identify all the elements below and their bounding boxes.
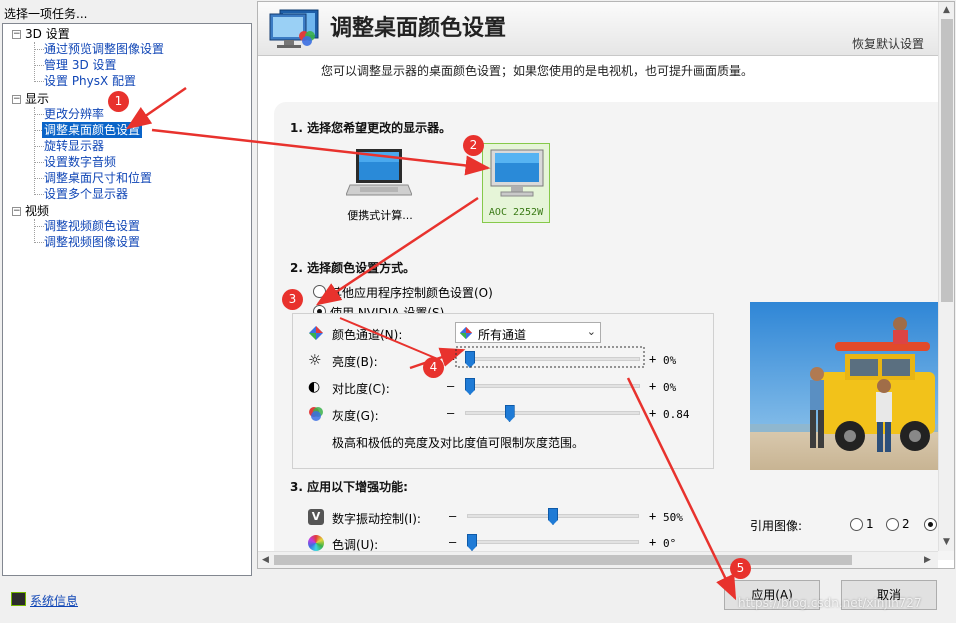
page-header: 调整桌面颜色设置 恢复默认设置: [258, 2, 938, 56]
hue-minus: –: [449, 535, 457, 549]
section-3-title: 3. 应用以下增强功能:: [290, 480, 408, 494]
reference-option-3[interactable]: [924, 518, 937, 531]
tree-item-digital-audio[interactable]: 设置数字音频: [44, 154, 116, 170]
tree-item-physx[interactable]: 设置 PhysX 配置: [44, 73, 136, 89]
color-channel-select[interactable]: 所有通道 ⌄: [455, 322, 601, 343]
reference-option-2-label: 2: [902, 517, 910, 531]
vibrance-label: 数字振动控制(I):: [332, 512, 421, 526]
gamma-slider-track[interactable]: [465, 411, 640, 415]
collapse-icon[interactable]: −: [12, 95, 21, 104]
gamma-plus: +: [649, 406, 657, 420]
contrast-label: 对比度(C):: [332, 382, 390, 396]
contrast-icon: ◐: [308, 379, 321, 395]
chevron-down-icon: ⌄: [586, 325, 596, 338]
contrast-minus: –: [447, 379, 455, 393]
scroll-up-icon[interactable]: ▲: [943, 5, 950, 15]
gamma-icon: [309, 407, 323, 421]
section-2-title: 2. 选择颜色设置方式。: [290, 261, 416, 275]
content-panel: 调整桌面颜色设置 恢复默认设置 您可以调整显示器的桌面颜色设置；如果您使用的是电…: [257, 1, 955, 569]
annotation-badge-1: 1: [108, 91, 129, 112]
display-laptop-label: 便携式计算...: [347, 209, 413, 222]
display-laptop[interactable]: 便携式计算...: [340, 145, 420, 227]
nvidia-system-info-icon[interactable]: [11, 592, 26, 606]
vibrance-plus: +: [649, 509, 657, 523]
tree-item-desktop-color[interactable]: 调整桌面颜色设置: [42, 122, 143, 138]
section-1-title: 1. 选择您希望更改的显示器。: [290, 121, 452, 135]
tree-item-multiple-displays[interactable]: 设置多个显示器: [44, 186, 128, 202]
color-channel-icon: [309, 326, 323, 340]
brightness-plus: +: [649, 352, 657, 366]
brightness-label: 亮度(B):: [332, 355, 378, 369]
laptop-icon: [346, 149, 412, 196]
desktop-color-icon: [269, 9, 319, 48]
vibrance-minus: –: [449, 509, 457, 523]
scroll-right-icon[interactable]: ▶: [924, 555, 931, 565]
brightness-slider-track[interactable]: [465, 357, 640, 361]
gamma-range-note: 极高和极低的亮度及对比度值可限制灰度范围。: [332, 436, 585, 450]
gamma-minus: –: [447, 406, 455, 420]
horizontal-scrollbar[interactable]: ◀ ▶: [258, 551, 938, 568]
vibrance-icon: V: [308, 509, 324, 525]
task-label: 选择一项任务...: [4, 7, 88, 21]
reference-image-label: 引用图像:: [750, 519, 803, 533]
tree-item-video-color[interactable]: 调整视频颜色设置: [44, 218, 140, 234]
tree-item-desktop-size[interactable]: 调整桌面尺寸和位置: [44, 170, 152, 186]
annotation-badge-5: 5: [730, 558, 751, 579]
gamma-value: 0.84: [663, 408, 690, 421]
vibrance-value: 50%: [663, 511, 683, 524]
tree-item-change-resolution[interactable]: 更改分辨率: [44, 106, 104, 122]
tree-group-display[interactable]: 显示: [25, 91, 49, 107]
vertical-scrollbar-thumb[interactable]: [941, 19, 953, 302]
tree-group-video[interactable]: 视频: [25, 203, 49, 219]
collapse-icon[interactable]: −: [12, 207, 21, 216]
color-channel-value: 所有通道: [478, 328, 527, 342]
horizontal-scrollbar-thumb[interactable]: [274, 555, 852, 565]
tree-item-video-image[interactable]: 调整视频图像设置: [44, 234, 140, 250]
hue-slider-track[interactable]: [467, 540, 639, 544]
color-channel-label: 颜色通道(N):: [332, 328, 403, 342]
brightness-icon: ☼: [308, 351, 322, 369]
radio-other-app-label: 其他应用程序控制颜色设置(O): [330, 286, 493, 300]
radio-other-app[interactable]: [313, 285, 326, 298]
gamma-label: 灰度(G):: [332, 409, 379, 423]
collapse-icon[interactable]: −: [12, 30, 21, 39]
contrast-slider-track[interactable]: [465, 384, 640, 388]
tree-item-rotate-display[interactable]: 旋转显示器: [44, 138, 104, 154]
contrast-plus: +: [649, 379, 657, 393]
display-aoc[interactable]: AOC 2252W: [482, 143, 550, 223]
restore-defaults-link[interactable]: 恢复默认设置: [852, 35, 924, 52]
annotation-badge-2: 2: [463, 135, 484, 156]
reference-option-2[interactable]: [886, 518, 899, 531]
reference-image: [750, 302, 940, 470]
contrast-value: 0%: [663, 381, 677, 394]
brightness-minus: –: [447, 352, 455, 366]
monitor-icon: [490, 149, 544, 197]
brightness-value: 0%: [663, 354, 677, 367]
display-aoc-label: AOC 2252W: [488, 207, 544, 218]
watermark: https://blog.csdn.net/xinjin727: [738, 596, 922, 610]
tree-item-manage-3d[interactable]: 管理 3D 设置: [44, 57, 117, 73]
color-channel-icon: [459, 326, 473, 340]
annotation-badge-3: 3: [282, 289, 303, 310]
reference-option-1-label: 1: [866, 517, 874, 531]
tree-group-3d[interactable]: 3D 设置: [25, 26, 70, 42]
page-title: 调整桌面颜色设置: [330, 16, 507, 41]
system-info-link[interactable]: 系统信息: [30, 592, 78, 609]
annotation-badge-4: 4: [423, 357, 444, 378]
page-description: 您可以调整显示器的桌面颜色设置；如果您使用的是电视机，也可提升画面质量。: [321, 64, 754, 78]
reference-option-1[interactable]: [850, 518, 863, 531]
vertical-scrollbar[interactable]: ▲ ▼: [938, 2, 954, 551]
scroll-down-icon[interactable]: ▼: [943, 537, 950, 547]
hue-value: 0°: [663, 537, 677, 550]
hue-icon: [308, 535, 324, 551]
hue-plus: +: [649, 535, 657, 549]
scroll-left-icon[interactable]: ◀: [262, 555, 269, 565]
tree-item-preview-image[interactable]: 通过预览调整图像设置: [44, 41, 164, 57]
